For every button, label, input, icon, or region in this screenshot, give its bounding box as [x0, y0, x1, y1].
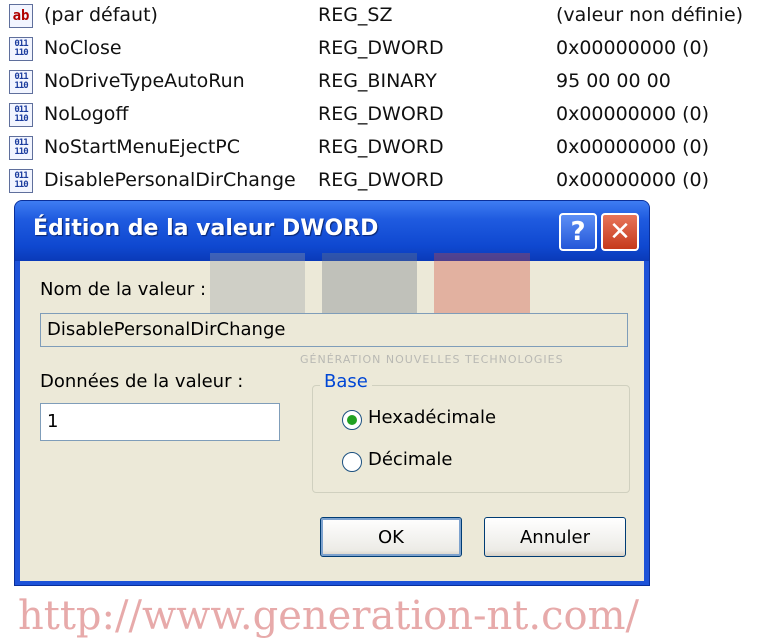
string-value-icon: ab: [9, 4, 33, 28]
registry-values-list: ab (par défaut) REG_SZ (valeur non défin…: [0, 0, 768, 200]
radio-decimal-label: Décimale: [368, 449, 453, 470]
value-data: 0x00000000 (0): [556, 37, 709, 59]
value-name: (par défaut): [44, 4, 158, 26]
value-data-label: Données de la valeur :: [40, 371, 244, 392]
dialog-title-bar[interactable]: Édition de la valeur DWORD ? ✕: [15, 201, 649, 261]
value-data-input[interactable]: 1: [40, 403, 280, 441]
value-name: NoDriveTypeAutoRun: [44, 70, 245, 92]
radio-selected-icon: [342, 410, 362, 430]
help-button[interactable]: ?: [559, 213, 597, 251]
registry-row-nostartmenuejectpc[interactable]: 011 110 NoStartMenuEjectPC REG_DWORD 0x0…: [0, 132, 768, 165]
value-data: (valeur non définie): [556, 4, 744, 26]
radio-hexadecimal-label: Hexadécimale: [368, 407, 497, 428]
value-type: REG_DWORD: [318, 169, 444, 191]
value-name-field: DisablePersonalDirChange: [40, 313, 628, 347]
dword-value-icon: 011 110: [9, 136, 33, 160]
radio-unselected-icon: [342, 452, 362, 472]
edit-dword-dialog: Édition de la valeur DWORD ? ✕ GÉNÉRATIO…: [14, 200, 650, 586]
value-name: NoStartMenuEjectPC: [44, 136, 241, 158]
site-url-watermark: http://www.generation-nt.com/: [18, 593, 639, 639]
registry-row-disablepersonaldirchange[interactable]: 011 110 DisablePersonalDirChange REG_DWO…: [0, 165, 768, 198]
dword-value-icon: 011 110: [9, 169, 33, 193]
binary-value-icon: 011 110: [9, 70, 33, 94]
registry-row-default[interactable]: ab (par défaut) REG_SZ (valeur non défin…: [0, 0, 768, 33]
value-type: REG_SZ: [318, 4, 393, 26]
value-name-label: Nom de la valeur :: [40, 279, 207, 300]
close-icon: ✕: [609, 217, 631, 247]
value-name: NoLogoff: [44, 103, 129, 125]
dialog-body: GÉNÉRATION NOUVELLES TECHNOLOGIES Nom de…: [20, 253, 644, 581]
base-groupbox: [312, 385, 630, 493]
value-name: NoClose: [44, 37, 122, 59]
base-legend: Base: [320, 371, 372, 392]
value-type: REG_DWORD: [318, 136, 444, 158]
close-button[interactable]: ✕: [601, 213, 639, 251]
value-data: 0x00000000 (0): [556, 103, 709, 125]
dialog-title: Édition de la valeur DWORD: [33, 216, 379, 241]
value-data: 95 00 00 00: [556, 70, 671, 92]
value-data: 0x00000000 (0): [556, 169, 709, 191]
value-type: REG_DWORD: [318, 37, 444, 59]
value-name: DisablePersonalDirChange: [44, 169, 296, 191]
value-type: REG_DWORD: [318, 103, 444, 125]
help-icon: ?: [570, 217, 586, 247]
cancel-button[interactable]: Annuler: [484, 517, 626, 557]
dword-value-icon: 011 110: [9, 103, 33, 127]
ok-button[interactable]: OK: [320, 517, 462, 557]
registry-row-nologoff[interactable]: 011 110 NoLogoff REG_DWORD 0x00000000 (0…: [0, 99, 768, 132]
logo-tagline: GÉNÉRATION NOUVELLES TECHNOLOGIES: [300, 353, 564, 366]
value-type: REG_BINARY: [318, 70, 437, 92]
registry-row-noclose[interactable]: 011 110 NoClose REG_DWORD 0x00000000 (0): [0, 33, 768, 66]
dword-value-icon: 011 110: [9, 37, 33, 61]
registry-row-nodrivetypeautorun[interactable]: 011 110 NoDriveTypeAutoRun REG_BINARY 95…: [0, 66, 768, 99]
value-data: 0x00000000 (0): [556, 136, 709, 158]
